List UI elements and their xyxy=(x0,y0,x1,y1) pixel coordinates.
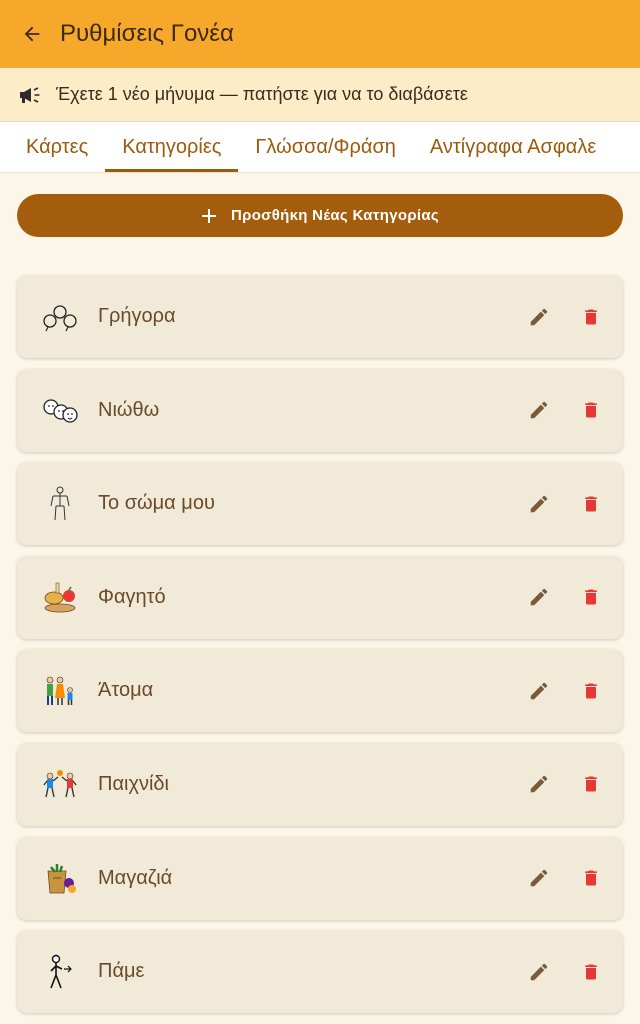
delete-button[interactable] xyxy=(579,305,603,329)
pencil-icon xyxy=(530,495,548,512)
edit-button[interactable] xyxy=(527,679,551,703)
trash-icon xyxy=(585,402,597,418)
tab-language-phrase[interactable]: Γλώσσα/Φράση xyxy=(238,122,413,172)
faces-icon xyxy=(41,391,79,429)
delete-button[interactable] xyxy=(579,772,603,796)
tab-cards[interactable]: Κάρτες xyxy=(0,122,105,172)
category-label: Νιώθω xyxy=(98,398,160,421)
page-title: Ρυθμίσεις Γονέα xyxy=(60,20,234,47)
add-category-label: Προσθήκη Νέας Κατηγορίας xyxy=(230,207,440,224)
category-label: Το σώμα μου xyxy=(98,492,215,515)
play-icon xyxy=(41,765,79,803)
banner-text: Έχετε 1 νέο μήνυμα — πατήστε για να το δ… xyxy=(56,84,468,104)
tab-backups[interactable]: Αντίγραφα Ασφαλε xyxy=(413,122,613,172)
category-label: Φαγητό xyxy=(98,585,166,608)
category-label: Μαγαζιά xyxy=(98,866,173,889)
delete-button[interactable] xyxy=(579,679,603,703)
pencil-icon xyxy=(530,776,548,793)
edit-button[interactable] xyxy=(527,492,551,516)
delete-button[interactable] xyxy=(579,398,603,422)
edit-button[interactable] xyxy=(527,585,551,609)
category-item[interactable]: Πάμε xyxy=(17,930,623,1014)
pencil-icon xyxy=(530,308,548,325)
speech-bubbles-icon xyxy=(41,298,79,336)
pencil-icon xyxy=(530,401,548,419)
delete-button[interactable] xyxy=(579,585,603,609)
back-button[interactable] xyxy=(20,22,44,46)
category-list: Γρήγορα Νιώθω Το σώμα μου Φαγητό Άτομα Π… xyxy=(17,275,623,1024)
edit-button[interactable] xyxy=(527,398,551,422)
pencil-icon xyxy=(530,869,548,887)
category-item[interactable]: Φαγητό xyxy=(17,555,623,639)
app-bar: Ρυθμίσεις Γονέα xyxy=(0,0,640,68)
pencil-icon xyxy=(530,963,548,980)
trash-icon xyxy=(585,683,597,699)
edit-button[interactable] xyxy=(527,866,551,890)
trash-icon xyxy=(585,964,597,980)
trash-icon xyxy=(585,589,597,605)
plus-icon xyxy=(201,208,216,223)
walking-person-icon xyxy=(41,953,79,991)
category-item[interactable]: Παιχνίδι xyxy=(17,742,623,826)
arrow-back-icon xyxy=(24,26,40,42)
pencil-icon xyxy=(530,589,548,606)
trash-icon xyxy=(585,309,597,324)
food-icon xyxy=(41,578,79,616)
trash-icon xyxy=(585,776,597,792)
add-category-button[interactable]: Προσθήκη Νέας Κατηγορίας xyxy=(17,194,623,237)
trash-icon xyxy=(585,496,597,512)
delete-button[interactable] xyxy=(579,866,603,890)
shopping-bag-icon xyxy=(41,859,79,897)
category-item[interactable]: Μαγαζιά xyxy=(17,836,623,920)
tab-categories[interactable]: Κατηγορίες xyxy=(105,122,239,172)
message-banner[interactable]: Έχετε 1 νέο μήνυμα — πατήστε για να το δ… xyxy=(0,68,640,122)
tab-bar: Κάρτες Κατηγορίες Γλώσσα/Φράση Αντίγραφα… xyxy=(0,122,640,173)
category-label: Παιχνίδι xyxy=(98,772,169,795)
pencil-icon xyxy=(530,682,548,700)
category-item[interactable]: Το σώμα μου xyxy=(17,462,623,546)
edit-button[interactable] xyxy=(527,960,551,984)
category-item[interactable]: Νιώθω xyxy=(17,368,623,452)
body-outline-icon xyxy=(41,485,79,523)
delete-button[interactable] xyxy=(579,960,603,984)
edit-button[interactable] xyxy=(527,305,551,329)
category-item[interactable]: Άτομα xyxy=(17,649,623,733)
family-icon xyxy=(41,672,79,710)
megaphone-icon xyxy=(18,83,44,107)
category-label: Πάμε xyxy=(98,960,145,983)
category-label: Γρήγορα xyxy=(98,305,176,327)
category-label: Άτομα xyxy=(98,679,154,702)
category-item[interactable]: Γρήγορα xyxy=(17,275,623,358)
trash-icon xyxy=(585,870,597,886)
delete-button[interactable] xyxy=(579,492,603,516)
edit-button[interactable] xyxy=(527,772,551,796)
